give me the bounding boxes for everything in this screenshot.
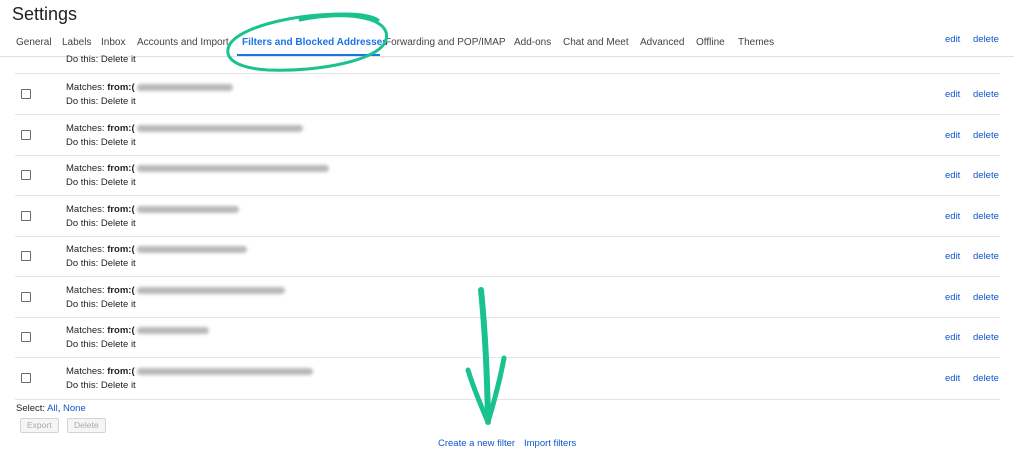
export-button[interactable]: Export <box>20 418 59 433</box>
page-title: Settings <box>12 4 78 24</box>
redacted-address <box>136 83 233 91</box>
row-checkbox[interactable] <box>21 130 31 140</box>
filter-row: Matches: from:( Do this: Delete it edit … <box>0 116 1024 156</box>
delete-link[interactable]: delete <box>973 332 999 343</box>
row-checkbox[interactable] <box>21 251 31 261</box>
edit-link[interactable]: edit <box>945 34 960 45</box>
row-divider <box>15 276 1000 277</box>
redacted-address <box>136 205 239 213</box>
delete-link[interactable]: delete <box>973 251 999 262</box>
filter-criteria: Matches: from:( <box>66 123 303 134</box>
row-divider <box>15 357 1000 358</box>
row-divider <box>15 195 1000 196</box>
edit-link[interactable]: edit <box>945 373 960 384</box>
filter-action: Do this: Delete it <box>66 218 136 229</box>
edit-link[interactable]: edit <box>945 170 960 181</box>
filter-action: Do this: Delete it <box>66 258 136 269</box>
list-bottom-divider <box>15 399 1000 400</box>
edit-link[interactable]: edit <box>945 292 960 303</box>
row-checkbox[interactable] <box>21 332 31 342</box>
edit-link[interactable]: edit <box>945 211 960 222</box>
delete-link[interactable]: delete <box>973 34 999 45</box>
row-checkbox[interactable] <box>21 211 31 221</box>
row-checkbox[interactable] <box>21 170 31 180</box>
delete-link[interactable]: delete <box>973 170 999 181</box>
select-none-link[interactable]: None <box>63 403 86 414</box>
filter-criteria: Matches: from:( <box>66 244 247 255</box>
redacted-address <box>136 326 209 334</box>
filter-action: Do this: Delete it <box>66 299 136 310</box>
create-new-filter-link[interactable]: Create a new filter <box>438 438 515 449</box>
filter-row: Matches: from:( Do this: Delete it edit … <box>0 197 1024 237</box>
filter-row-partial: Do this: Delete it edit delete <box>0 34 1024 74</box>
filter-action: Do this: Delete it <box>66 54 136 65</box>
redacted-address <box>136 164 329 172</box>
delete-link[interactable]: delete <box>973 292 999 303</box>
filter-row: Matches: from:( Do this: Delete it edit … <box>0 75 1024 115</box>
redacted-address <box>136 124 303 132</box>
redacted-address <box>136 286 285 294</box>
filter-action: Do this: Delete it <box>66 380 136 391</box>
filter-action: Do this: Delete it <box>66 137 136 148</box>
filter-row: Matches: from:( Do this: Delete it edit … <box>0 278 1024 318</box>
redacted-address <box>136 245 247 253</box>
filter-criteria: Matches: from:( <box>66 325 209 336</box>
redacted-address <box>136 367 313 375</box>
delete-link[interactable]: delete <box>973 130 999 141</box>
filter-row: Matches: from:( Do this: Delete it edit … <box>0 318 1024 358</box>
row-checkbox[interactable] <box>21 373 31 383</box>
edit-link[interactable]: edit <box>945 130 960 141</box>
filter-criteria: Matches: from:( <box>66 163 329 174</box>
filter-row: Matches: from:( Do this: Delete it edit … <box>0 359 1024 399</box>
row-divider <box>15 114 1000 115</box>
delete-link[interactable]: delete <box>973 373 999 384</box>
filter-action: Do this: Delete it <box>66 339 136 350</box>
edit-link[interactable]: edit <box>945 251 960 262</box>
row-checkbox[interactable] <box>21 292 31 302</box>
filter-criteria: Matches: from:( <box>66 204 239 215</box>
filter-action: Do this: Delete it <box>66 96 136 107</box>
filter-criteria: Matches: from:( <box>66 366 313 377</box>
edit-link[interactable]: edit <box>945 332 960 343</box>
filter-row: Matches: from:( Do this: Delete it edit … <box>0 156 1024 196</box>
row-checkbox[interactable] <box>21 89 31 99</box>
select-all-link[interactable]: All <box>47 403 58 414</box>
filter-criteria: Matches: from:( <box>66 82 233 93</box>
row-divider <box>15 73 1000 74</box>
delete-link[interactable]: delete <box>973 211 999 222</box>
select-controls: Select: All, None <box>16 403 86 414</box>
filter-row: Matches: from:( Do this: Delete it edit … <box>0 237 1024 277</box>
filter-criteria: Matches: from:( <box>66 285 285 296</box>
filter-action: Do this: Delete it <box>66 177 136 188</box>
delete-link[interactable]: delete <box>973 89 999 100</box>
select-label: Select: <box>16 403 48 414</box>
import-filters-link[interactable]: Import filters <box>524 438 576 449</box>
edit-link[interactable]: edit <box>945 89 960 100</box>
delete-button[interactable]: Delete <box>67 418 106 433</box>
